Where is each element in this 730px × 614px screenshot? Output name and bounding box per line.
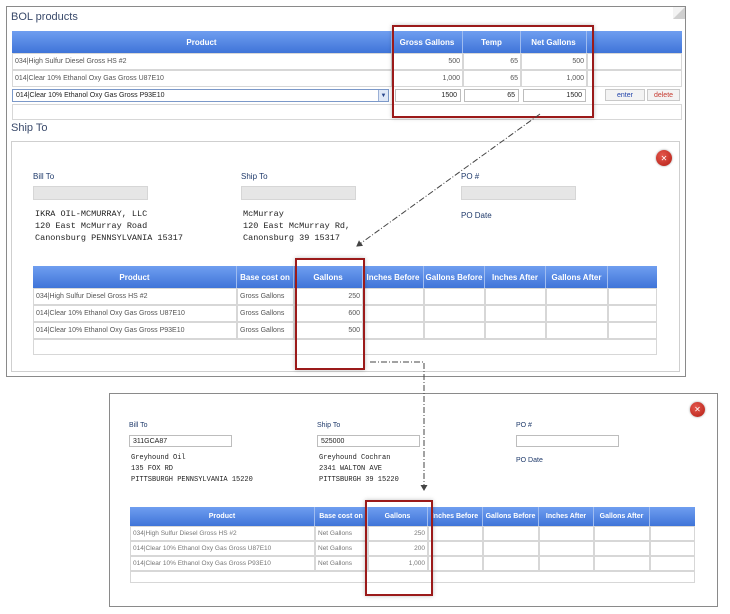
arrow-bol-to-shipto: [356, 113, 541, 247]
connector-arrows: [356, 113, 541, 491]
arrow-shipto-to-panel2: [370, 361, 428, 491]
